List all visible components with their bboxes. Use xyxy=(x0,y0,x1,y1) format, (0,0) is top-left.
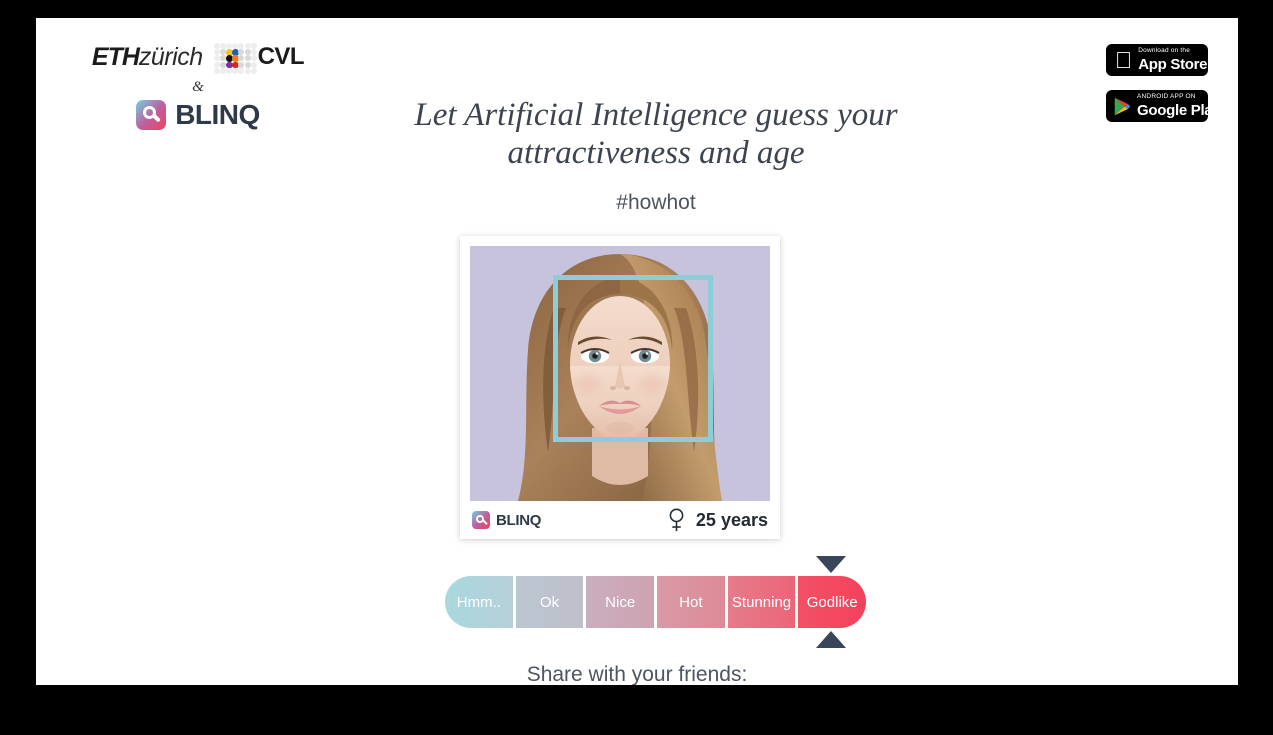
scale-segment-hmm[interactable]: Hmm.. xyxy=(445,576,516,628)
app-store-badge-big-text: App Store xyxy=(1121,55,1207,73)
scale-segment-label: Hmm.. xyxy=(456,593,501,611)
card-footer: BLINQ 25 years xyxy=(470,501,770,539)
google-play-badge-big-text: Google Play xyxy=(1137,101,1221,119)
attractiveness-scale-bar[interactable]: Hmm.. Ok Nice Hot Stunning Godlike xyxy=(445,576,866,628)
face-detection-box xyxy=(553,275,713,442)
card-watermark: BLINQ xyxy=(472,511,541,529)
blinq-mark-small-icon xyxy=(472,511,490,529)
page-title-block: Let Artificial Intelligence guess your a… xyxy=(336,96,976,215)
page-root: ETHzürich CVL & BLINQ Let Artificial Int… xyxy=(36,18,1238,685)
ampersand-separator: & xyxy=(192,79,204,95)
eth-zurich-logo: ETHzürich xyxy=(92,43,203,72)
scale-segment-label: Ok xyxy=(539,593,560,611)
branding-block: ETHzürich CVL & BLINQ xyxy=(48,40,348,133)
app-store-badge-small-text: Download on the xyxy=(1121,47,1190,55)
scale-segment-nice[interactable]: Nice xyxy=(586,576,658,628)
page-title: Let Artificial Intelligence guess your a… xyxy=(336,96,976,172)
hashtag-label: #howhot xyxy=(616,191,696,214)
google-play-badge-text: ANDROID APP ON Google Play xyxy=(1137,93,1221,119)
blinq-mark-icon xyxy=(136,100,167,130)
scale-segment-label: Nice xyxy=(605,593,636,611)
store-badges:  Download on the App Store ANDROID APP … xyxy=(1106,44,1221,122)
scale-marker-bottom-icon xyxy=(815,631,846,648)
app-store-badge-text: Download on the App Store xyxy=(1138,48,1207,72)
scale-segment-stunning[interactable]: Stunning xyxy=(727,576,799,628)
scale-segment-hot[interactable]: Hot xyxy=(657,576,728,628)
age-label: 25 years xyxy=(695,509,768,530)
attractiveness-scale: Hmm.. Ok Nice Hot Stunning Godlike xyxy=(445,556,866,648)
scale-segment-ok[interactable]: Ok xyxy=(515,576,587,628)
scale-marker-top-icon xyxy=(815,556,846,573)
eth-logo-bold-text: ETH xyxy=(91,42,140,71)
cvl-logo: CVL xyxy=(213,42,305,74)
branding-row-academic: ETHzürich CVL xyxy=(48,40,348,74)
google-play-badge[interactable]: ANDROID APP ON Google Play xyxy=(1106,90,1221,122)
blinq-logo-text: BLINQ xyxy=(175,99,260,130)
page-title-line-2: attractiveness and age xyxy=(507,135,805,171)
scale-segment-label: Godlike xyxy=(806,593,858,611)
scale-segment-godlike[interactable]: Godlike xyxy=(798,576,866,628)
card-meta: 25 years xyxy=(668,508,768,532)
branding-row-blinq: BLINQ xyxy=(48,97,348,133)
scale-segment-label: Hot xyxy=(679,593,703,611)
page-title-line-1: Let Artificial Intelligence guess your xyxy=(414,97,898,133)
photo-holder xyxy=(470,246,770,501)
eth-logo-light-text: zürich xyxy=(138,42,203,71)
share-label: Share with your friends: xyxy=(526,663,748,685)
app-store-badge[interactable]:  Download on the App Store xyxy=(1106,44,1208,76)
cvl-logo-text: CVL xyxy=(257,43,305,70)
card-watermark-text: BLINQ xyxy=(496,511,542,529)
female-venus-icon xyxy=(669,508,684,532)
google-play-badge-small-text: ANDROID APP ON xyxy=(1137,93,1196,101)
google-play-icon xyxy=(1114,97,1131,115)
scale-segment-label: Stunning xyxy=(731,593,792,611)
result-photo-card[interactable]: BLINQ 25 years xyxy=(460,236,780,539)
cvl-dots-icon xyxy=(213,42,257,74)
apple-icon:  xyxy=(1115,49,1132,72)
